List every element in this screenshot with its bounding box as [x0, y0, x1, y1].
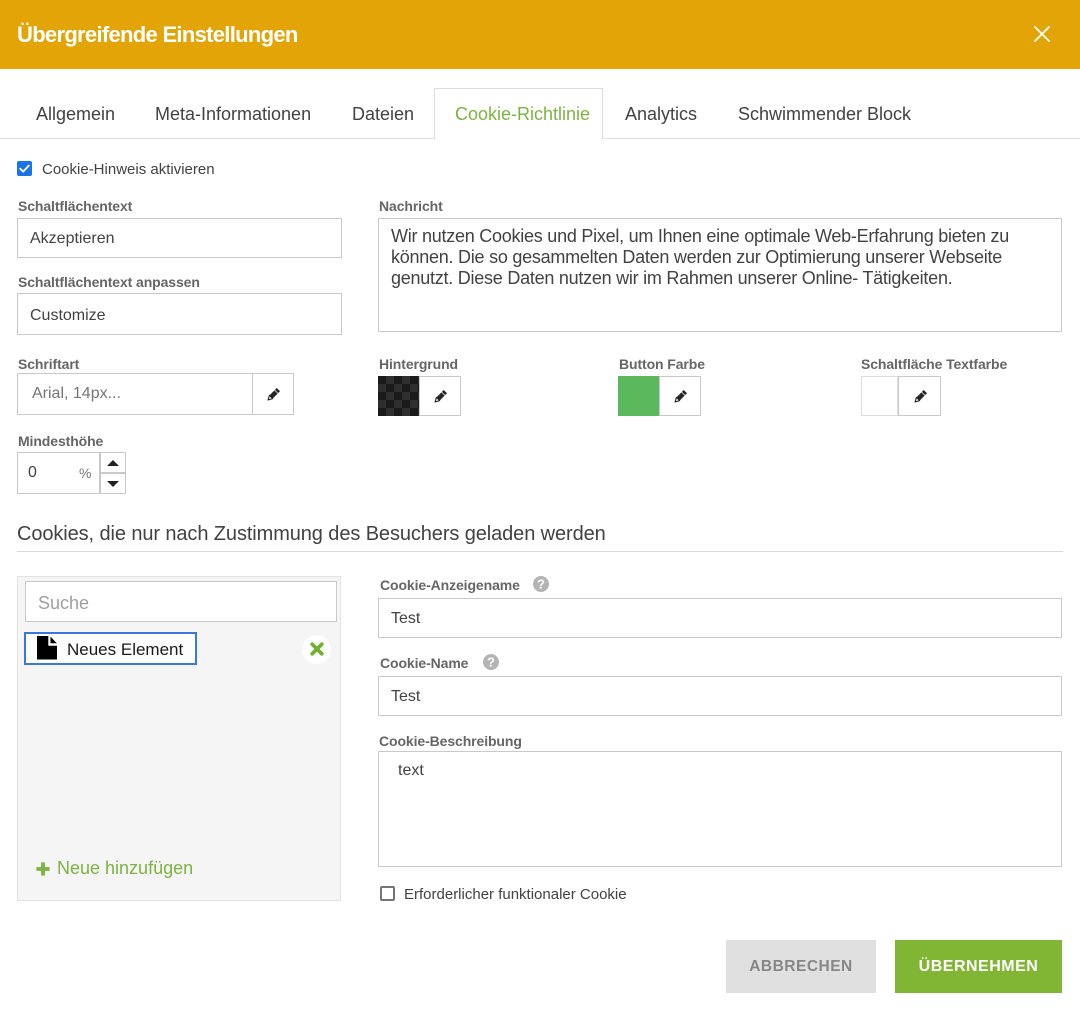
svg-text:?: ? [487, 655, 495, 670]
svg-text:?: ? [537, 577, 545, 592]
